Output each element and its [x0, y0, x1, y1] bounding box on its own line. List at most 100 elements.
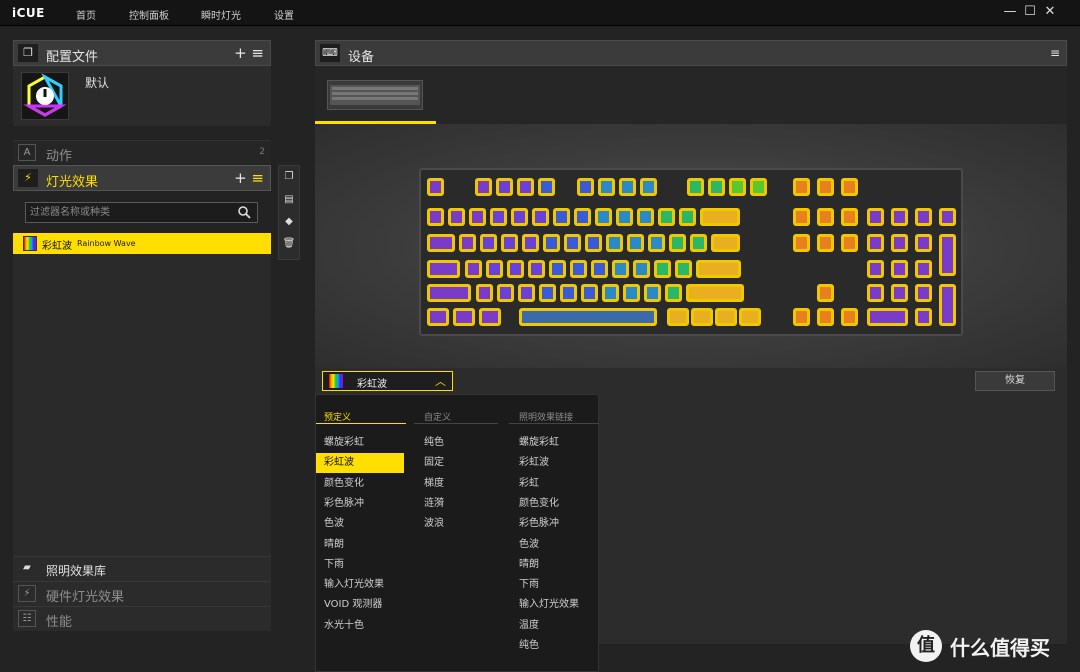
- restore-button[interactable]: 恢复: [975, 371, 1055, 391]
- keyboard-key[interactable]: [581, 284, 598, 302]
- keyboard-key[interactable]: [633, 260, 650, 278]
- keyboard-key[interactable]: [507, 260, 524, 278]
- keyboard-key[interactable]: [553, 208, 570, 226]
- keyboard-key[interactable]: [598, 178, 615, 196]
- keyboard-key[interactable]: [793, 208, 810, 226]
- keyboard-key[interactable]: [700, 208, 740, 226]
- effect-option[interactable]: 梯度: [416, 474, 504, 494]
- keyboard-key[interactable]: [496, 178, 513, 196]
- effect-option[interactable]: 固定: [416, 453, 504, 473]
- keyboard-key[interactable]: [465, 260, 482, 278]
- nav-instant-lighting[interactable]: 瞬时灯光: [201, 7, 241, 22]
- effect-option[interactable]: 涟漪: [416, 494, 504, 514]
- keyboard-key[interactable]: [690, 234, 707, 252]
- keyboard-key[interactable]: [817, 178, 834, 196]
- keyboard-key[interactable]: [427, 234, 455, 252]
- keyboard-key[interactable]: [686, 284, 744, 302]
- effect-option[interactable]: 彩色脉冲: [316, 494, 404, 514]
- keyboard-key[interactable]: [667, 308, 689, 326]
- keyboard-key[interactable]: [577, 178, 594, 196]
- nav-settings[interactable]: 设置: [274, 7, 294, 22]
- keyboard-key[interactable]: [560, 284, 577, 302]
- keyboard-key[interactable]: [564, 234, 581, 252]
- keyboard-key[interactable]: [519, 308, 657, 326]
- effect-option[interactable]: 彩虹: [511, 474, 599, 494]
- keyboard-key[interactable]: [711, 234, 740, 252]
- keyboard-key[interactable]: [793, 234, 810, 252]
- keyboard-key[interactable]: [648, 234, 665, 252]
- keyboard-key[interactable]: [915, 234, 932, 252]
- keyboard-key[interactable]: [817, 234, 834, 252]
- profile-item[interactable]: 默认: [13, 66, 271, 126]
- keyboard-key[interactable]: [497, 284, 514, 302]
- keyboard-key[interactable]: [606, 234, 623, 252]
- keyboard-key[interactable]: [479, 308, 501, 326]
- keyboard-key[interactable]: [517, 178, 534, 196]
- keyboard-key[interactable]: [665, 284, 682, 302]
- keyboard-key[interactable]: [915, 284, 932, 302]
- effect-option[interactable]: VOID 观测器: [316, 595, 404, 615]
- lighting-library-section[interactable]: ▰ 照明效果库: [13, 556, 271, 581]
- effect-option[interactable]: 输入灯光效果: [511, 595, 599, 615]
- keyboard-key[interactable]: [669, 234, 686, 252]
- keyboard-key[interactable]: [939, 208, 956, 226]
- effect-option[interactable]: 水光十色: [316, 616, 404, 636]
- keyboard-key[interactable]: [427, 308, 449, 326]
- hardware-lighting-section[interactable]: ⚡ 硬件灯光效果: [13, 581, 271, 606]
- keyboard-key[interactable]: [501, 234, 518, 252]
- effect-option[interactable]: 彩虹波: [316, 453, 404, 474]
- keyboard-key[interactable]: [549, 260, 566, 278]
- profile-menu-button[interactable]: ≡: [251, 44, 264, 62]
- keyboard-key[interactable]: [448, 208, 465, 226]
- keyboard-key[interactable]: [486, 260, 503, 278]
- keyboard-key[interactable]: [619, 178, 636, 196]
- effect-option[interactable]: 色波: [511, 535, 599, 555]
- keyboard-key[interactable]: [867, 308, 908, 326]
- filter-field[interactable]: [25, 202, 258, 223]
- keyboard-key[interactable]: [591, 260, 608, 278]
- effect-option[interactable]: 下雨: [316, 555, 404, 575]
- keyboard-key[interactable]: [696, 260, 741, 278]
- keyboard-key[interactable]: [518, 284, 535, 302]
- keyboard-key[interactable]: [627, 234, 644, 252]
- keyboard-key[interactable]: [841, 208, 858, 226]
- keyboard-key[interactable]: [793, 178, 810, 196]
- keyboard-key[interactable]: [602, 284, 619, 302]
- keyboard-key[interactable]: [739, 308, 761, 326]
- keyboard-key[interactable]: [427, 178, 444, 196]
- keyboard-key[interactable]: [585, 234, 602, 252]
- keyboard-key[interactable]: [427, 208, 444, 226]
- keyboard-key[interactable]: [708, 178, 725, 196]
- effect-option[interactable]: 下雨: [511, 575, 599, 595]
- keyboard-key[interactable]: [475, 178, 492, 196]
- keyboard-key[interactable]: [867, 284, 884, 302]
- keyboard-key[interactable]: [841, 234, 858, 252]
- keyboard-key[interactable]: [891, 208, 908, 226]
- keyboard-key[interactable]: [658, 208, 675, 226]
- keyboard-key[interactable]: [539, 284, 556, 302]
- keyboard-key[interactable]: [453, 308, 475, 326]
- close-icon[interactable]: ✕: [1042, 4, 1058, 20]
- keyboard-key[interactable]: [490, 208, 507, 226]
- effect-option[interactable]: 螺旋彩虹: [316, 433, 404, 453]
- keyboard-key[interactable]: [538, 178, 555, 196]
- keyboard-key[interactable]: [427, 284, 471, 302]
- keyboard-key[interactable]: [574, 208, 591, 226]
- effect-option[interactable]: 彩色脉冲: [511, 514, 599, 534]
- keyboard-key[interactable]: [817, 284, 834, 302]
- keyboard-key[interactable]: [532, 208, 549, 226]
- keyboard-key[interactable]: [841, 178, 858, 196]
- reorder-icon[interactable]: ◆: [282, 215, 296, 229]
- keyboard-key[interactable]: [476, 284, 493, 302]
- keyboard-key[interactable]: [939, 284, 956, 326]
- nav-home[interactable]: 首页: [76, 7, 96, 22]
- effect-option[interactable]: 颜色变化: [511, 494, 599, 514]
- keyboard-key[interactable]: [570, 260, 587, 278]
- effect-option[interactable]: 色波: [316, 514, 404, 534]
- maximize-icon[interactable]: ☐: [1022, 4, 1038, 20]
- keyboard-key[interactable]: [793, 308, 810, 326]
- keyboard-key[interactable]: [915, 308, 932, 326]
- keyboard-key[interactable]: [891, 260, 908, 278]
- effect-option[interactable]: 晴朗: [511, 555, 599, 575]
- keyboard-key[interactable]: [939, 234, 956, 276]
